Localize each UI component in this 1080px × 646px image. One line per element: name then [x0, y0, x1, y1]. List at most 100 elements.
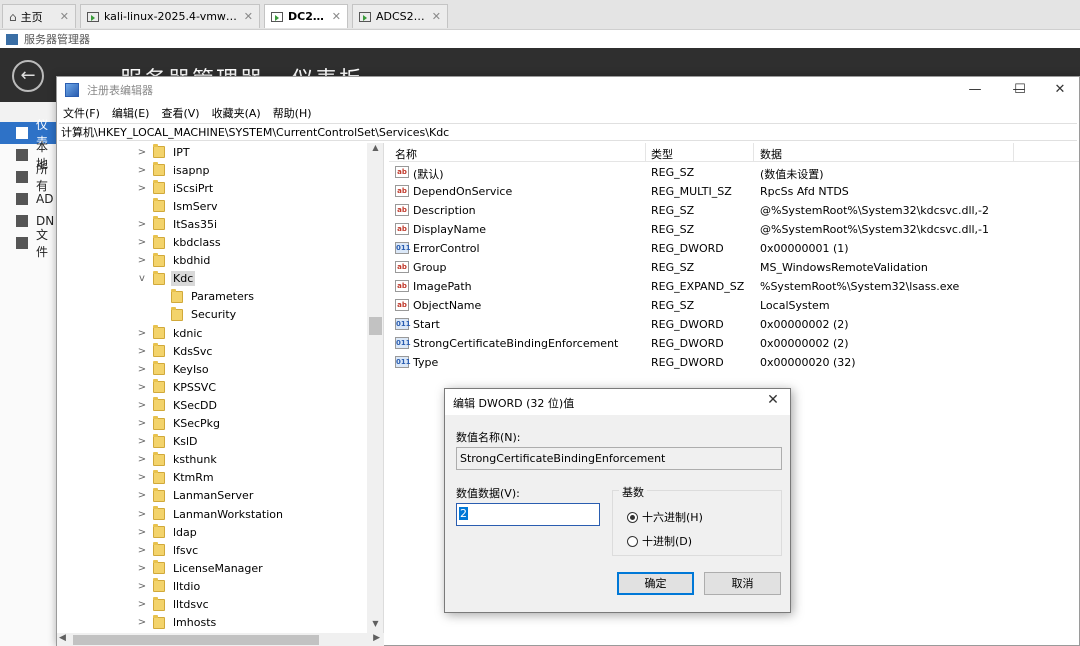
tree-node[interactable]: > lfsvc [137, 541, 200, 559]
chevron-right-icon[interactable]: > [137, 165, 147, 176]
chevron-right-icon[interactable]: > [137, 436, 147, 447]
cancel-button[interactable]: 取消 [704, 572, 781, 595]
tree-node[interactable]: > kdnic [137, 324, 204, 342]
menu-edit[interactable]: 编辑(E) [112, 105, 150, 121]
chevron-down-icon[interactable]: v [137, 273, 147, 284]
tree-horizontal-scrollbar[interactable]: ◀ ▶ [57, 633, 384, 646]
value-row[interactable]: 011 StrongCertificateBindingEnforcement RE… [389, 334, 1079, 353]
chevron-right-icon[interactable]: > [137, 545, 147, 556]
vm-tab-adcs2022[interactable]: ADCS2022 ✕ [352, 4, 448, 28]
value-row[interactable]: ab DisplayName REG_SZ @%SystemRoot%\System3… [389, 220, 1079, 239]
tree-node[interactable]: Parameters [155, 288, 256, 306]
tree-node[interactable]: > KPSSVC [137, 378, 218, 396]
value-row[interactable]: ab ImagePath REG_EXPAND_SZ %SystemRoot%\Sys… [389, 277, 1079, 296]
tree-node[interactable]: > ldap [137, 523, 199, 541]
tree-node[interactable]: Security [155, 306, 238, 324]
close-icon[interactable]: ✕ [1040, 77, 1080, 103]
column-header-data[interactable]: 数据 [760, 146, 782, 162]
tree-node[interactable]: > KeyIso [137, 360, 211, 378]
tree-vertical-scrollbar[interactable]: ▲ ▼ [367, 143, 383, 633]
column-header-name[interactable]: 名称 [395, 146, 417, 162]
value-row[interactable]: 011 Start REG_DWORD 0x00000002 (2) [389, 315, 1079, 334]
radio-decimal[interactable]: 十进制(D) [627, 533, 692, 549]
value-row[interactable]: ab Description REG_SZ @%SystemRoot%\System3… [389, 201, 1079, 220]
tree-node[interactable]: > lltdio [137, 577, 202, 595]
value-row[interactable]: ab DependOnService REG_MULTI_SZ RpcSs Afd N… [389, 182, 1079, 201]
chevron-right-icon[interactable]: > [137, 599, 147, 610]
menu-file[interactable]: 文件(F) [63, 105, 100, 121]
scroll-up-icon[interactable]: ▲ [367, 143, 383, 157]
tree-node[interactable]: > IPT [137, 143, 192, 161]
scroll-down-icon[interactable]: ▼ [367, 619, 383, 633]
column-header-type[interactable]: 类型 [651, 146, 673, 162]
tree-node[interactable]: > KSecPkg [137, 415, 222, 433]
chevron-right-icon[interactable]: > [137, 346, 147, 357]
tree-node[interactable]: > isapnp [137, 161, 211, 179]
tree-node[interactable]: > kbdhid [137, 252, 212, 270]
chevron-right-icon[interactable]: > [137, 617, 147, 628]
tab-close-icon[interactable]: ✕ [54, 10, 69, 23]
chevron-right-icon[interactable]: > [137, 382, 147, 393]
tree-node[interactable]: > KslD [137, 433, 199, 451]
vm-tab-home[interactable]: ⌂ 主页 ✕ [2, 4, 76, 28]
tree-node[interactable]: > KtmRm [137, 469, 216, 487]
chevron-right-icon[interactable]: > [137, 581, 147, 592]
menu-help[interactable]: 帮助(H) [273, 105, 312, 121]
sidebar-item-ad[interactable]: AD [0, 188, 58, 210]
tree-node[interactable]: > LanmanServer [137, 487, 255, 505]
chevron-right-icon[interactable]: > [137, 527, 147, 538]
chevron-right-icon[interactable]: > [137, 364, 147, 375]
menu-view[interactable]: 查看(V) [161, 105, 199, 121]
vm-tab-kali[interactable]: kali-linux-2025.4-vmware-am... ✕ [80, 4, 260, 28]
chevron-right-icon[interactable]: > [137, 454, 147, 465]
radio-hexadecimal[interactable]: 十六进制(H) [627, 509, 703, 525]
chevron-right-icon[interactable]: > [137, 400, 147, 411]
scroll-left-icon[interactable]: ◀ [59, 633, 66, 643]
chevron-right-icon[interactable]: > [137, 509, 147, 520]
tree-node[interactable]: > ksthunk [137, 451, 219, 469]
sidebar-item-file-services[interactable]: 文件 [0, 228, 58, 259]
chevron-right-icon[interactable]: > [137, 563, 147, 574]
value-row[interactable]: ab ObjectName REG_SZ LocalSystem [389, 296, 1079, 315]
tab-close-icon[interactable]: ✕ [426, 10, 441, 23]
tree-node[interactable]: v Kdc [137, 270, 196, 288]
tab-close-icon[interactable]: ✕ [238, 10, 253, 23]
value-data-input[interactable]: 2 [456, 503, 600, 526]
menu-favorites[interactable]: 收藏夹(A) [212, 105, 261, 121]
chevron-right-icon[interactable]: > [137, 490, 147, 501]
tree-node[interactable]: > LanmanWorkstation [137, 505, 285, 523]
tree-node[interactable]: > ItSas35i [137, 215, 219, 233]
minimize-icon[interactable]: — [955, 77, 995, 103]
chevron-right-icon[interactable]: > [137, 183, 147, 194]
tree-node[interactable]: > KSecDD [137, 396, 219, 414]
tree-node[interactable]: > lltdsvc [137, 596, 211, 614]
vm-tab-dc2022[interactable]: DC2022 ✕ [264, 4, 348, 28]
chevron-right-icon[interactable]: > [137, 328, 147, 339]
ok-button[interactable]: 确定 [617, 572, 694, 595]
tree-node[interactable]: > KdsSvc [137, 342, 214, 360]
chevron-right-icon[interactable]: > [137, 219, 147, 230]
tree-node[interactable]: IsmServ [137, 197, 219, 215]
scroll-right-icon[interactable]: ▶ [373, 633, 380, 643]
tree-node[interactable]: > lmhosts [137, 614, 218, 632]
key-tree-pane[interactable]: > IPT > isapnp > iScsiPrt IsmServ > ItSas35i > kbd… [57, 143, 384, 633]
sidebar-item-all-servers[interactable]: 所有 [0, 162, 58, 193]
value-row[interactable]: 011 Type REG_DWORD 0x00000020 (32) [389, 353, 1079, 372]
tree-node[interactable]: > LicenseManager [137, 559, 265, 577]
value-row[interactable]: ab (默认) REG_SZ (数值未设置) [389, 163, 1079, 182]
chevron-right-icon[interactable]: > [137, 147, 147, 158]
scroll-thumb[interactable] [73, 635, 319, 645]
value-row[interactable]: 011 ErrorControl REG_DWORD 0x00000001 (1) [389, 239, 1079, 258]
back-arrow-icon[interactable]: ← [12, 60, 44, 92]
value-row[interactable]: ab Group REG_SZ MS_WindowsRemoteValidation [389, 258, 1079, 277]
maximize-icon[interactable]: ☐ [1000, 77, 1040, 103]
address-bar[interactable]: 计算机\HKEY_LOCAL_MACHINE\SYSTEM\CurrentCon… [59, 123, 1077, 141]
close-icon[interactable]: ✕ [762, 392, 784, 412]
scroll-thumb[interactable] [369, 317, 382, 335]
tree-node[interactable]: > iScsiPrt [137, 179, 215, 197]
chevron-right-icon[interactable]: > [137, 255, 147, 266]
chevron-right-icon[interactable]: > [137, 237, 147, 248]
tree-node[interactable]: > kbdclass [137, 234, 223, 252]
tab-close-icon[interactable]: ✕ [326, 10, 341, 23]
chevron-right-icon[interactable]: > [137, 472, 147, 483]
